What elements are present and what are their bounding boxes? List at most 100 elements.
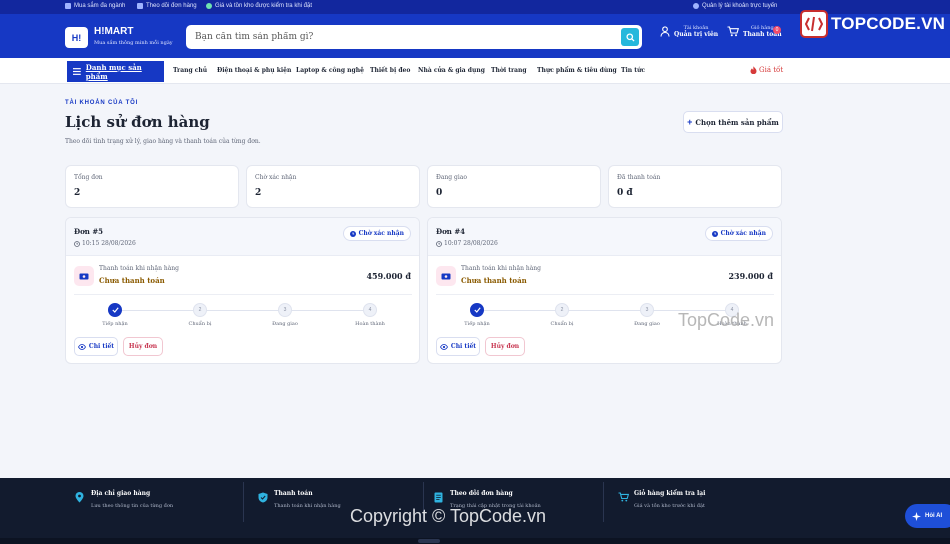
store-icon	[65, 3, 71, 9]
progress-step: 3 Đang giao	[255, 303, 315, 327]
stat-label: Chờ xác nhận	[255, 174, 297, 181]
stat-card-total: Tổng đơn 2	[65, 165, 239, 208]
user-icon	[660, 26, 670, 37]
order-detail-button[interactable]: Chi tiết	[436, 337, 480, 356]
page-overline: TÀI KHOẢN CỦA TÔI	[65, 100, 139, 106]
order-id: Đơn #5	[74, 227, 104, 236]
stat-value: 2	[74, 188, 81, 198]
progress-step-number: 2	[555, 303, 569, 317]
check-circle-icon	[206, 3, 212, 9]
divider	[243, 482, 244, 522]
eye-icon	[77, 343, 86, 350]
clock-icon	[436, 240, 442, 247]
order-detail-label: Chi tiết	[88, 343, 115, 350]
nav-item-fashion[interactable]: Thời trang	[491, 67, 527, 74]
plus-icon: +	[687, 117, 693, 127]
divider	[74, 294, 412, 295]
progress-step-number: 3	[278, 303, 292, 317]
logo-mark[interactable]: H!	[65, 27, 88, 48]
order-id: Đơn #4	[436, 227, 466, 236]
map-pin-icon	[75, 492, 84, 503]
hot-deals-link[interactable]: Giá tốt	[750, 66, 783, 74]
nav-item-wearables[interactable]: Thiết bị đeo	[370, 67, 410, 74]
account-menu[interactable]: Tài khoản Quản trị viên	[660, 25, 718, 38]
order-time: 10:07 28/08/2026	[436, 240, 498, 247]
topbar-item[interactable]: Theo dõi đơn hàng	[137, 3, 197, 9]
footer-feature: Giỏ hàng kiểm tra lại Giá và tồn kho trư…	[608, 486, 783, 520]
add-more-products-button[interactable]: + Chọn thêm sản phẩm	[683, 111, 783, 133]
ask-ai-button[interactable]: Hỏi AI	[905, 504, 950, 528]
payment-status: Chưa thanh toán	[99, 276, 165, 285]
menu-icon	[73, 68, 81, 75]
topcode-watermark-text: TopCode.vn	[678, 310, 775, 330]
brand-name[interactable]: H!MART	[94, 26, 133, 37]
order-progress-steps: Tiếp nhận 2 Chuẩn bị 3 Đang giao 4 Hoàn …	[66, 303, 419, 333]
category-menu-button[interactable]: Danh mục sản phẩm	[67, 61, 164, 82]
clipboard-icon	[137, 3, 143, 9]
main-navigation: Danh mục sản phẩm Trang chủ Điện thoại &…	[0, 58, 950, 84]
ask-ai-label: Hỏi AI	[925, 513, 943, 519]
payment-icon-box	[436, 266, 456, 286]
hot-deals-label: Giá tốt	[759, 66, 784, 74]
stat-value: 2	[255, 188, 262, 198]
footer-bottom-bar	[0, 538, 950, 544]
cash-icon	[79, 273, 89, 279]
topbar-text: Quản lý tài khoản trực tuyến	[702, 3, 778, 9]
progress-step-number: 3	[640, 303, 654, 317]
order-cancel-button[interactable]: Hủy đơn	[485, 337, 525, 356]
stat-card-shipping: Đang giao 0	[427, 165, 601, 208]
topcode-logo-icon	[800, 10, 828, 38]
sparkle-icon	[912, 511, 921, 521]
cash-icon	[441, 273, 451, 279]
payment-method: Thanh toán khi nhận hàng	[99, 265, 180, 272]
order-detail-button[interactable]: Chi tiết	[74, 337, 118, 356]
divider	[436, 294, 774, 295]
stat-value: 0 đ	[617, 188, 633, 198]
search-input[interactable]	[195, 29, 615, 45]
order-cancel-button[interactable]: Hủy đơn	[123, 337, 163, 356]
footer-feature-subtitle: Thanh toán khi nhận hàng	[274, 503, 341, 509]
clock-icon	[349, 230, 356, 237]
scroll-pill	[418, 539, 440, 543]
account-management-link[interactable]: Quản lý tài khoản trực tuyến	[693, 3, 777, 9]
copyright-watermark: Copyright © TopCode.vn	[350, 506, 547, 526]
progress-step-label: Tiếp nhận	[464, 321, 490, 327]
order-card-header: Đơn #5 10:15 28/08/2026 Chờ xác nhận	[66, 218, 419, 256]
search-icon	[625, 32, 635, 42]
progress-step-label: Tiếp nhận	[102, 321, 128, 327]
progress-step-label: Hoàn thành	[355, 321, 385, 327]
nav-item-news[interactable]: Tin tức	[621, 67, 645, 74]
order-detail-label: Chi tiết	[450, 343, 477, 350]
stat-label: Đang giao	[436, 174, 467, 181]
payment-icon-box	[74, 266, 94, 286]
order-time-text: 10:07 28/08/2026	[444, 240, 498, 247]
order-status-text: Chờ xác nhận	[720, 230, 766, 237]
nav-item-home[interactable]: Trang chủ	[173, 67, 207, 74]
footer-feature-title: Giỏ hàng kiểm tra lại	[634, 490, 706, 497]
footer-feature-subtitle: Giá và tồn kho trước khi đặt	[634, 503, 705, 509]
nav-item-laptops[interactable]: Laptop & công nghệ	[296, 67, 364, 74]
payment-status: Chưa thanh toán	[461, 276, 527, 285]
order-card-header: Đơn #4 10:07 28/08/2026 Chờ xác nhận	[428, 218, 781, 256]
nav-item-food[interactable]: Thực phẩm & tiêu dùng	[537, 67, 617, 74]
progress-step-label: Đang giao	[634, 321, 660, 327]
order-card: Đơn #5 10:15 28/08/2026 Chờ xác nhận Tha…	[65, 217, 420, 364]
nav-item-home-appliances[interactable]: Nhà cửa & gia dụng	[418, 67, 485, 74]
order-status-badge: Chờ xác nhận	[342, 226, 411, 241]
account-name: Quản trị viên	[674, 31, 719, 38]
stat-card-pending: Chờ xác nhận 2	[246, 165, 420, 208]
cart-icon	[727, 26, 739, 37]
footer-feature-title: Địa chỉ giao hàng	[91, 490, 151, 497]
stat-label: Đã thanh toán	[617, 174, 661, 181]
nav-item-phones[interactable]: Điện thoại & phụ kiện	[217, 67, 291, 74]
progress-step: 3 Đang giao	[617, 303, 677, 327]
progress-step-label: Chuẩn bị	[550, 321, 574, 327]
page-subtitle: Theo dõi tình trạng xử lý, giao hàng và …	[65, 138, 261, 145]
topcode-watermark-logo: TOPCODE.VN	[800, 10, 945, 38]
order-status-badge: Chờ xác nhận	[704, 226, 773, 241]
category-menu-label: Danh mục sản phẩm	[85, 62, 142, 81]
page-title: Lịch sử đơn hàng	[65, 113, 210, 131]
search-button[interactable]	[621, 28, 639, 46]
cart-count-badge: 0	[773, 26, 781, 34]
stat-label: Tổng đơn	[74, 174, 103, 181]
